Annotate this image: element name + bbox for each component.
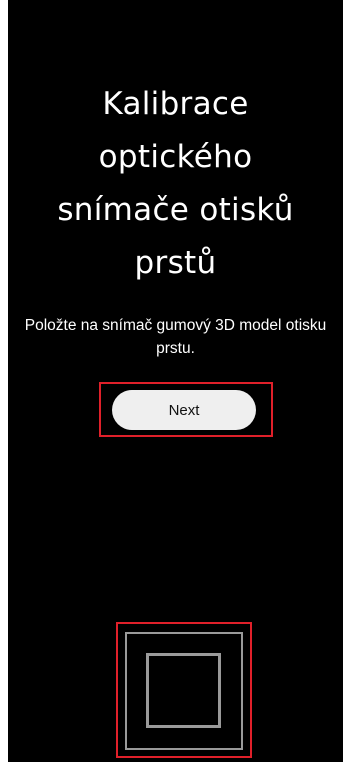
next-button[interactable]: Next <box>112 390 256 430</box>
sensor-target-square <box>146 653 221 728</box>
page-title: Kalibrace optického snímače otisků prstů <box>57 86 294 281</box>
calibration-screen: Kalibrace optického snímače otisků prstů… <box>8 0 343 762</box>
instruction-text: Položte na snímač gumový 3D model otisku… <box>24 317 327 357</box>
